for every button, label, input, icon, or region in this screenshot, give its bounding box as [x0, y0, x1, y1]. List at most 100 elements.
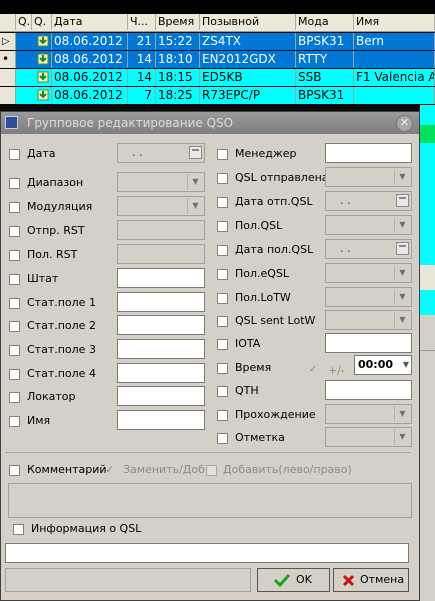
lotw-sent-checkbox[interactable] [217, 316, 228, 327]
mode-checkbox[interactable] [9, 202, 20, 213]
qth-field[interactable] [325, 380, 412, 400]
col-time[interactable]: Время [156, 14, 200, 30]
qsl-rcvd-checkbox[interactable] [217, 221, 228, 232]
chevron-down-icon[interactable]: ▼ [187, 174, 203, 190]
qsl-sent-checkbox[interactable] [217, 173, 228, 184]
qsl-sent-date-field[interactable]: . . [325, 191, 412, 211]
stat1-checkbox[interactable] [9, 298, 20, 309]
chevron-down-icon[interactable]: ▼ [403, 356, 409, 374]
chevron-down-icon[interactable]: ▼ [394, 429, 410, 445]
mode-combo[interactable]: ▼ [117, 196, 205, 216]
rst-rcvd-checkbox[interactable] [9, 250, 20, 261]
time-field[interactable]: 00:00 ▼ [354, 355, 412, 375]
qsl-rcvd-date-checkbox[interactable] [217, 245, 228, 256]
col-mode[interactable]: Мода [296, 14, 354, 30]
cancel-button[interactable]: Отмена [333, 568, 409, 592]
stat2-checkbox[interactable] [9, 321, 20, 332]
mode-cell: BPSK31 [296, 87, 354, 104]
table-row[interactable]: 08.06.2012 14 18:15 ED5KB SSB F1 Valenci… [0, 69, 435, 86]
band-combo[interactable]: ▼ [117, 172, 205, 192]
table-row[interactable]: • 08.06.2012 14 18:10 EN2012GDX RTTY [0, 51, 435, 68]
qsl-info-field[interactable] [5, 543, 409, 563]
chevron-down-icon[interactable]: ▼ [394, 169, 410, 185]
grid-row-edge [420, 125, 435, 143]
qsl-rcvd-combo[interactable]: ▼ [325, 215, 412, 235]
comment-checkbox[interactable] [9, 465, 20, 476]
mark-label: Отметка [235, 431, 285, 444]
chevron-down-icon[interactable]: ▼ [187, 198, 203, 214]
calendar-icon[interactable] [189, 146, 202, 159]
calendar-icon[interactable] [396, 194, 409, 207]
stat4-checkbox[interactable] [9, 369, 20, 380]
add-left-right-checkbox[interactable] [206, 465, 217, 476]
chevron-down-icon[interactable]: ▼ [394, 312, 410, 328]
stat4-field[interactable] [117, 363, 205, 383]
eqsl-rcvd-label: Пол.eQSL [235, 267, 290, 280]
stat2-field[interactable] [117, 315, 205, 335]
col-date[interactable]: Дата [52, 14, 128, 30]
qsl-info-checkbox[interactable] [13, 524, 24, 535]
time-cell: 18:10 [156, 51, 200, 68]
col-hour[interactable]: Ч... [128, 14, 156, 30]
table-row[interactable]: 08.06.2012 7 18:25 R73EPC/P BPSK31 [0, 87, 435, 104]
stat3-field[interactable] [117, 339, 205, 359]
col-q2[interactable]: Q. [32, 14, 52, 30]
iota-field[interactable] [325, 333, 412, 353]
lotw-rcvd-checkbox[interactable] [217, 293, 228, 304]
mark-combo[interactable]: ▼ [325, 427, 412, 447]
band-checkbox[interactable] [9, 178, 20, 189]
qsl-sent-date-checkbox[interactable] [217, 197, 228, 208]
grid-row-edge [420, 143, 435, 265]
time-checkbox[interactable] [217, 363, 228, 374]
chevron-down-icon[interactable]: ▼ [394, 289, 410, 305]
qth-checkbox[interactable] [217, 386, 228, 397]
eqsl-rcvd-combo[interactable]: ▼ [325, 263, 412, 283]
date-checkbox[interactable] [9, 149, 20, 160]
comment-memo[interactable] [8, 483, 412, 518]
rst-rcvd-field[interactable] [117, 244, 205, 264]
dialog-titlebar[interactable]: Групповое редактирование QSO ✕ [1, 112, 419, 134]
check-icon[interactable]: ✓ [309, 363, 317, 377]
manager-field[interactable] [325, 143, 412, 163]
ok-button[interactable]: OK [257, 568, 330, 592]
state-field[interactable] [117, 268, 205, 288]
locator-field[interactable] [117, 386, 205, 406]
propagation-checkbox[interactable] [217, 410, 228, 421]
manager-checkbox[interactable] [217, 149, 228, 160]
lotw-rcvd-combo[interactable]: ▼ [325, 287, 412, 307]
name-cell [354, 51, 435, 68]
name-field[interactable] [117, 410, 205, 430]
hour-cell: 21 [128, 33, 156, 50]
table-row[interactable]: ▷ 08.06.2012 21 15:22 ZS4TX BPSK31 Bern [0, 33, 435, 50]
calendar-icon[interactable] [396, 242, 409, 255]
name-checkbox[interactable] [9, 416, 20, 427]
qsl-rcvd-date-value: . . [340, 242, 351, 255]
col-name[interactable]: Имя [354, 14, 435, 30]
propagation-combo[interactable]: ▼ [325, 404, 412, 424]
group-edit-dialog: Групповое редактирование QSO ✕ Дата . . … [0, 111, 420, 601]
stat1-field[interactable] [117, 292, 205, 312]
comment-label: Комментарий [27, 463, 107, 476]
state-checkbox[interactable] [9, 274, 20, 285]
callsign-cell: EN2012GDX [200, 51, 296, 68]
rst-sent-checkbox[interactable] [9, 226, 20, 237]
mark-checkbox[interactable] [217, 433, 228, 444]
chevron-down-icon[interactable]: ▼ [394, 406, 410, 422]
iota-label: IOTA [235, 337, 261, 350]
iota-checkbox[interactable] [217, 339, 228, 350]
stat3-checkbox[interactable] [9, 345, 20, 356]
locator-checkbox[interactable] [9, 392, 20, 403]
check-icon[interactable]: ✓ [105, 463, 114, 477]
qsl-sent-combo[interactable]: ▼ [325, 167, 412, 187]
rst-sent-field[interactable] [117, 220, 205, 240]
chevron-down-icon[interactable]: ▼ [394, 217, 410, 233]
eqsl-rcvd-checkbox[interactable] [217, 269, 228, 280]
close-icon[interactable]: ✕ [396, 115, 413, 132]
lotw-sent-combo[interactable]: ▼ [325, 310, 412, 330]
col-q1[interactable]: Q. [16, 14, 32, 30]
col-callsign[interactable]: Позывной [200, 14, 296, 30]
date-field[interactable]: . . [117, 143, 205, 163]
chevron-down-icon[interactable]: ▼ [394, 265, 410, 281]
time-cell: 18:25 [156, 87, 200, 104]
qsl-rcvd-date-field[interactable]: . . [325, 239, 412, 259]
